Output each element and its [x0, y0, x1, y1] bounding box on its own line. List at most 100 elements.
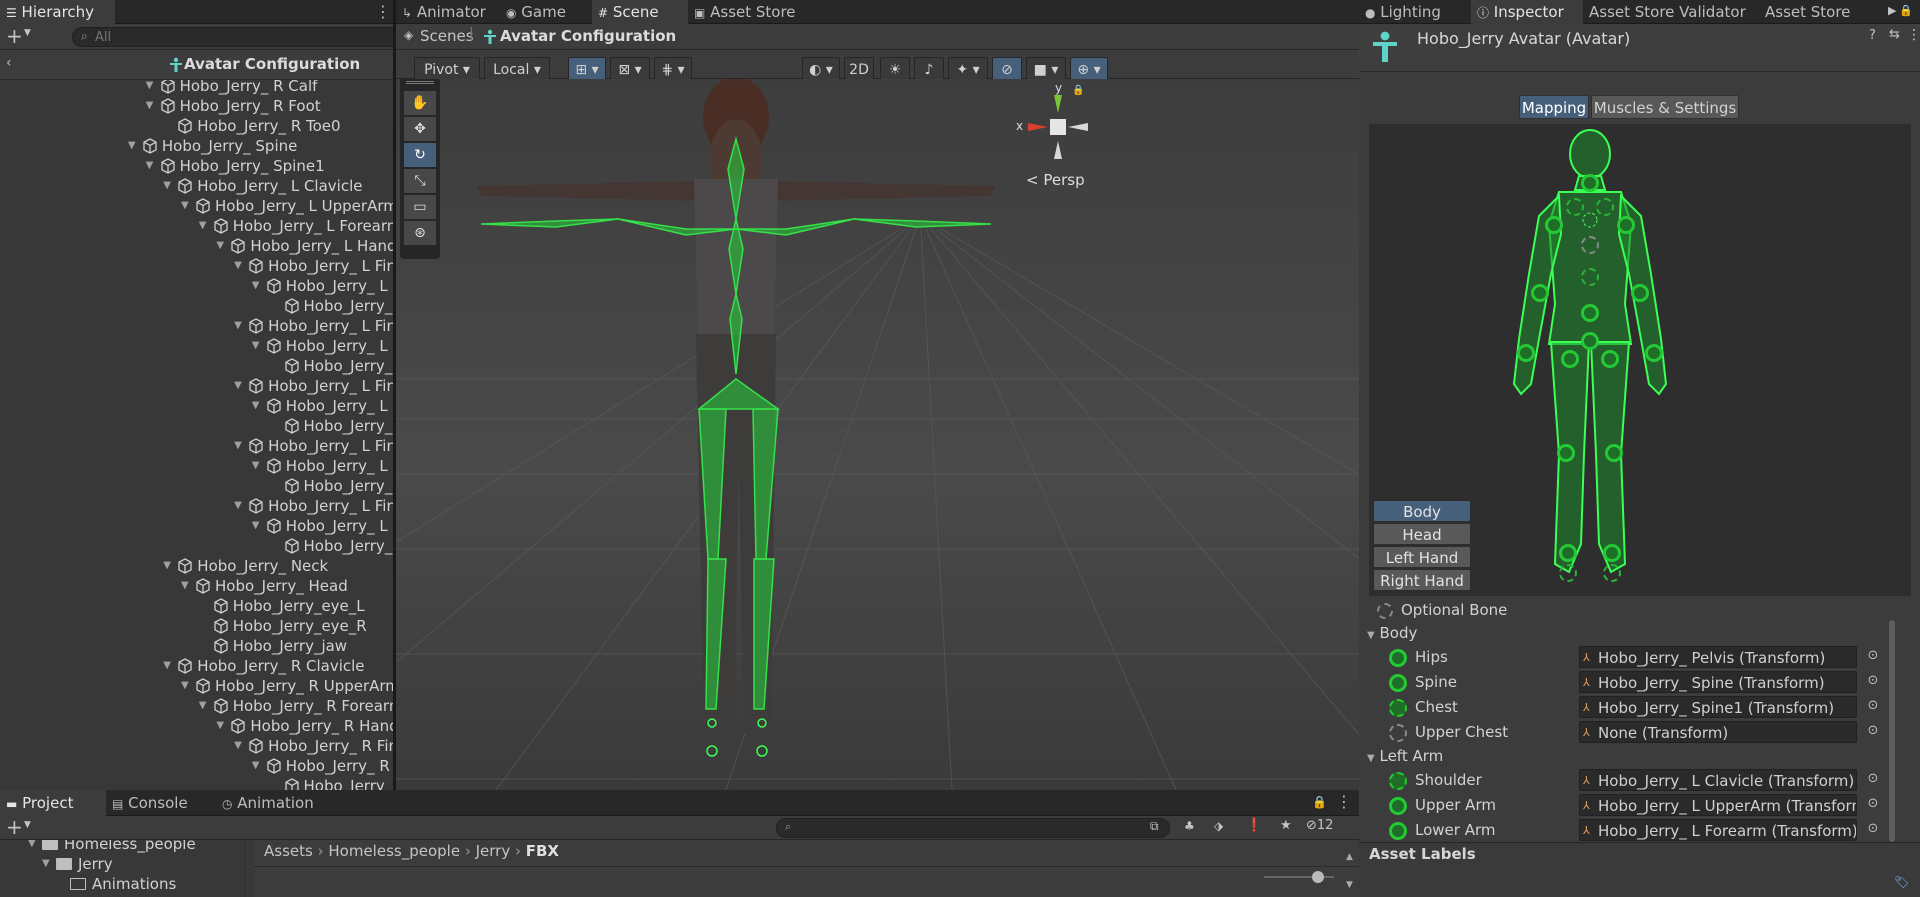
hierarchy-menu-icon[interactable]: ⋮: [375, 0, 391, 24]
tab-asset-store-2[interactable]: Asset Store: [1759, 0, 1899, 24]
expand-arrow-icon[interactable]: ▼: [199, 696, 213, 716]
inspector-scrollbar[interactable]: [1887, 620, 1897, 842]
expand-arrow-icon[interactable]: ▼: [252, 276, 266, 296]
object-picker-icon[interactable]: ⊙: [1863, 721, 1883, 743]
expand-arrow-icon[interactable]: ▼: [234, 256, 248, 276]
bone-r-upperarm-marker[interactable]: [1617, 216, 1635, 234]
hidden-eye-icon[interactable]: ⊘12: [1306, 818, 1333, 833]
scrollbar-thumb[interactable]: [1889, 620, 1895, 842]
expand-arrow-icon[interactable]: ▼: [181, 576, 195, 596]
bone-l-hand-marker[interactable]: [1517, 344, 1535, 362]
folder-scrollbar[interactable]: [244, 840, 246, 897]
back-arrow-icon[interactable]: ‹: [6, 55, 12, 71]
expand-arrow-icon[interactable]: ▼: [128, 136, 142, 156]
hierarchy-row[interactable]: Hobo_Jerry_ R Toe0: [163, 116, 341, 136]
bone-l-foot-marker[interactable]: [1559, 544, 1577, 562]
hierarchy-row[interactable]: ▼ Hobo_Jerry_ Spine1: [146, 156, 325, 176]
lock-icon[interactable]: 🔒: [1899, 4, 1913, 17]
expand-arrow-icon[interactable]: ▼: [199, 216, 213, 236]
bone-l-lowerarm-marker[interactable]: [1531, 284, 1549, 302]
scale-tool-icon[interactable]: ⤡: [404, 169, 436, 193]
filter-label-icon[interactable]: ⬗: [1214, 819, 1223, 833]
object-picker-icon[interactable]: ⊙: [1863, 671, 1883, 693]
expand-arrow-icon[interactable]: ▼: [42, 854, 56, 874]
add-icon[interactable]: +: [6, 24, 23, 48]
scenes-link[interactable]: Scenes: [420, 27, 474, 45]
chevron-down-icon[interactable]: ▼: [24, 28, 31, 38]
hierarchy-row[interactable]: ▼ Hobo_Jerry_ R Calf: [146, 80, 317, 96]
rect-tool-icon[interactable]: ▭: [404, 195, 436, 219]
bone-transform-field[interactable]: ⅄ Hobo_Jerry_ Pelvis (Transform): [1579, 646, 1857, 668]
tab-asset-store-validator[interactable]: Asset Store Validator: [1583, 0, 1759, 24]
expand-arrow-icon[interactable]: ▼: [146, 80, 160, 96]
tab-animation[interactable]: ◷ Animation: [216, 790, 336, 816]
bone-r-upperleg-marker[interactable]: [1601, 350, 1619, 368]
expand-arrow-icon[interactable]: ▼: [181, 196, 195, 216]
hierarchy-search-input[interactable]: [95, 29, 415, 45]
help-icon[interactable]: ?: [1869, 28, 1876, 43]
body-selector-left-hand[interactable]: Left Hand: [1373, 546, 1471, 568]
hand-tool-icon[interactable]: ✋: [404, 91, 436, 115]
hierarchy-row[interactable]: ▼ Hobo_Jerry_ R UpperArm: [181, 676, 400, 696]
tab-hierarchy[interactable]: ☰ Hierarchy: [0, 0, 115, 24]
settings-icon[interactable]: ⇆: [1889, 27, 1900, 42]
breadcrumb-item[interactable]: FBX: [526, 842, 559, 860]
bone-l-upperleg-marker[interactable]: [1561, 350, 1579, 368]
hierarchy-row[interactable]: ▼ Hobo_Jerry_ L UpperArm: [181, 196, 398, 216]
bone-r-hand-marker[interactable]: [1645, 344, 1663, 362]
expand-arrow-icon[interactable]: ▼: [146, 156, 160, 176]
bone-r-foot-marker[interactable]: [1603, 544, 1621, 562]
bone-transform-field[interactable]: ⅄ Hobo_Jerry_ L UpperArm (Transform): [1579, 794, 1857, 816]
hierarchy-row[interactable]: ▼ Hobo_Jerry_ L Hand: [216, 236, 396, 256]
bone-chest-marker[interactable]: [1581, 268, 1599, 286]
hierarchy-row[interactable]: Hobo_Jerry_eye_R: [199, 616, 367, 636]
left-arm-section-header[interactable]: ▼ Left Arm: [1367, 744, 1443, 768]
bone-hips-marker[interactable]: [1581, 332, 1599, 350]
search-type-icon[interactable]: ⧉: [1150, 819, 1159, 834]
zoom-slider[interactable]: [1264, 871, 1334, 883]
orientation-gizmo[interactable]: y x: [1008, 81, 1108, 181]
hierarchy-row[interactable]: ▼ Hobo_Jerry_ Head: [181, 576, 348, 596]
chevron-down-icon[interactable]: ▼: [24, 820, 31, 830]
label-tag-icon[interactable]: 🏷: [1894, 875, 1909, 889]
bone-r-lowerleg-marker[interactable]: [1605, 444, 1623, 462]
object-picker-icon[interactable]: ⊙: [1863, 819, 1883, 841]
tab-asset-store[interactable]: ▣ Asset Store: [688, 0, 812, 24]
inspector-menu-icon[interactable]: ⋮: [1907, 27, 1920, 43]
project-menu-icon[interactable]: ⋮: [1336, 790, 1352, 814]
filter-type-icon[interactable]: ♣: [1184, 819, 1195, 833]
folder-row[interactable]: Animations: [56, 874, 176, 894]
hierarchy-row[interactable]: ▼ Hobo_Jerry_ R Hand: [216, 716, 398, 736]
expand-arrow-icon[interactable]: ▼: [234, 376, 248, 396]
rotate-tool-icon[interactable]: ↻: [404, 143, 436, 167]
tab-inspector[interactable]: ⓘ Inspector: [1471, 0, 1583, 24]
body-section-header[interactable]: ▼ Body: [1367, 621, 1417, 645]
body-selector-head[interactable]: Head: [1373, 523, 1471, 545]
folder-row[interactable]: ▼ Jerry: [42, 854, 113, 874]
bone-l-toes-marker[interactable]: [1559, 564, 1577, 582]
tab-lighting[interactable]: ● Lighting: [1359, 0, 1471, 24]
bone-l-lowerleg-marker[interactable]: [1557, 444, 1575, 462]
expand-arrow-icon[interactable]: ▼: [252, 456, 266, 476]
move-tool-icon[interactable]: ✥: [404, 117, 436, 141]
hierarchy-row[interactable]: ▼ Hobo_Jerry_ Neck: [163, 556, 328, 576]
expand-arrow-icon[interactable]: ▼: [163, 556, 177, 576]
tab-scene[interactable]: # Scene: [592, 0, 688, 24]
hierarchy-row[interactable]: ▼ Hobo_Jerry_ R Clavicle: [163, 656, 364, 676]
scene-viewport[interactable]: ✋ ✥ ↻ ⤡ ▭ ⊛ y x 🔒 < Persp: [396, 79, 1508, 790]
hierarchy-row[interactable]: ▼ Hobo_Jerry_ Spine: [128, 136, 297, 156]
expand-arrow-icon[interactable]: ▼: [252, 396, 266, 416]
mapping-tab[interactable]: Mapping: [1519, 95, 1589, 119]
palette-handle[interactable]: [406, 81, 434, 84]
expand-arrow-icon[interactable]: ▼: [146, 96, 160, 116]
expand-arrow-icon[interactable]: ▼: [163, 176, 177, 196]
expand-arrow-icon[interactable]: ▼: [181, 676, 195, 696]
scroll-up-icon[interactable]: ▲: [1346, 852, 1353, 862]
hierarchy-row[interactable]: Hobo_Jerry_eye_L: [199, 596, 365, 616]
bone-transform-field[interactable]: ⅄ Hobo_Jerry_ Spine (Transform): [1579, 671, 1857, 693]
expand-arrow-icon[interactable]: ▼: [234, 436, 248, 456]
object-picker-icon[interactable]: ⊙: [1863, 769, 1883, 791]
transform-tool-icon[interactable]: ⊛: [404, 221, 436, 245]
expand-arrow-icon[interactable]: ▼: [216, 716, 230, 736]
expand-arrow-icon[interactable]: ▼: [234, 316, 248, 336]
